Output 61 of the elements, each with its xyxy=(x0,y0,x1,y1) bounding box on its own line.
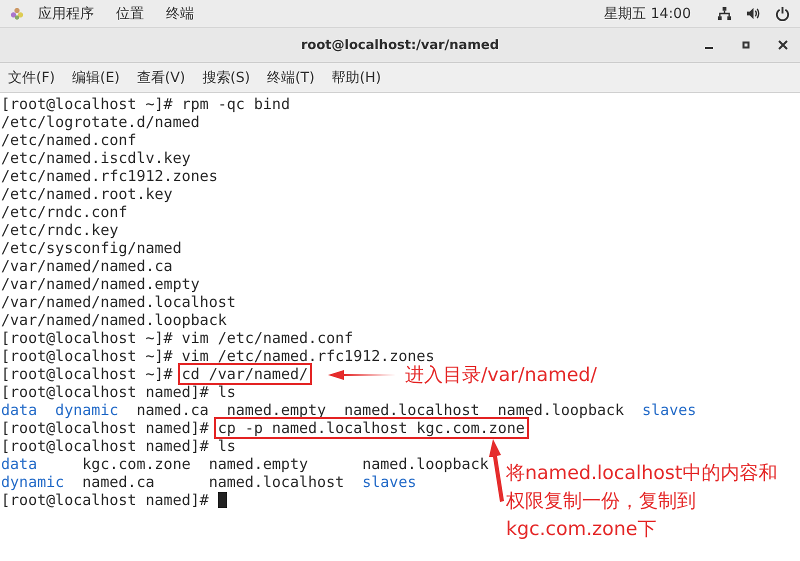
command-text: ls xyxy=(218,383,236,401)
output-text: /var/named/named.empty xyxy=(1,275,200,293)
shell-prompt: [root@localhost ~]# xyxy=(1,95,174,113)
maximize-icon[interactable] xyxy=(741,40,751,50)
output-text: /etc/named.rfc1912.zones xyxy=(1,167,218,185)
clock[interactable]: 星期五 14:00 xyxy=(604,4,691,22)
menu-item[interactable]: 编辑(E) xyxy=(72,68,120,86)
file-name: named.loopback xyxy=(498,401,624,419)
close-icon[interactable] xyxy=(778,40,788,50)
top-menu[interactable]: 应用程序 xyxy=(38,4,94,22)
output-text: /var/named/named.ca xyxy=(1,257,173,275)
directory-name: dynamic xyxy=(55,401,118,419)
file-name: named.ca xyxy=(136,401,209,419)
output-text: /etc/rndc.conf xyxy=(1,203,128,221)
output-text: /etc/named.root.key xyxy=(1,185,173,203)
menu-item[interactable]: 文件(F) xyxy=(8,68,55,86)
shell-prompt: [root@localhost named]# xyxy=(1,383,210,401)
file-name: named.empty xyxy=(208,455,308,473)
highlighted-command: cp -p named.localhost kgc.com.zone xyxy=(214,417,529,439)
menu-item[interactable]: 搜索(S) xyxy=(202,68,250,86)
file-name: named.localhost xyxy=(208,473,344,491)
directory-name: slaves xyxy=(362,473,416,491)
window-title: root@localhost:/var/named xyxy=(301,38,499,52)
shell-prompt: [root@localhost ~]# xyxy=(1,329,174,347)
file-name: named.localhost xyxy=(344,401,480,419)
file-name: kgc.com.zone xyxy=(82,455,191,473)
output-text: /var/named/named.localhost xyxy=(1,293,236,311)
volume-icon[interactable] xyxy=(746,6,761,21)
top-menu[interactable]: 位置 xyxy=(116,4,144,22)
shell-prompt: [root@localhost named]# xyxy=(1,419,210,437)
annotation-text: 进入目录/var/named/ xyxy=(405,363,597,388)
command-text: vim /etc/named.rfc1912.zones xyxy=(182,347,434,365)
output-text: /etc/sysconfig/named xyxy=(1,239,182,257)
file-name: named.empty xyxy=(226,401,326,419)
flower-icon[interactable] xyxy=(10,6,24,20)
file-name: named.ca xyxy=(82,473,155,491)
power-icon[interactable] xyxy=(775,6,790,21)
menu-item[interactable]: 查看(V) xyxy=(136,68,186,86)
file-name: named.loopback xyxy=(362,455,489,473)
output-text: /etc/named.conf xyxy=(1,131,136,149)
highlighted-command: cd /var/named/ xyxy=(178,363,312,385)
menu-item[interactable]: 终端(T) xyxy=(267,68,315,86)
shell-prompt: [root@localhost ~]# xyxy=(1,347,174,365)
command-text: rpm -qc bind xyxy=(182,95,290,113)
menu-item[interactable]: 帮助(H) xyxy=(332,68,382,86)
network-icon[interactable] xyxy=(717,6,732,21)
shell-prompt: [root@localhost named]# xyxy=(1,437,210,455)
directory-name: data xyxy=(1,401,38,419)
output-text: /etc/rndc.key xyxy=(1,221,118,239)
command-text: vim /etc/named.conf xyxy=(182,329,354,347)
output-text: /etc/named.iscdlv.key xyxy=(1,149,191,167)
shell-prompt: [root@localhost named]# xyxy=(1,491,210,509)
directory-name: slaves xyxy=(642,401,696,419)
command-text: ls xyxy=(218,437,236,455)
directory-name: dynamic xyxy=(1,473,64,491)
directory-name: data xyxy=(1,455,38,473)
shell-prompt: [root@localhost ~]# xyxy=(1,365,174,383)
output-text: /etc/logrotate.d/named xyxy=(1,113,200,131)
output-text: /var/named/named.loopback xyxy=(1,311,227,329)
annotation-text: 将named.localhost中的内容和 权限复制一份，复制到 kgc.com.zone下 xyxy=(506,461,778,542)
top-menu[interactable]: 终端 xyxy=(166,4,194,22)
